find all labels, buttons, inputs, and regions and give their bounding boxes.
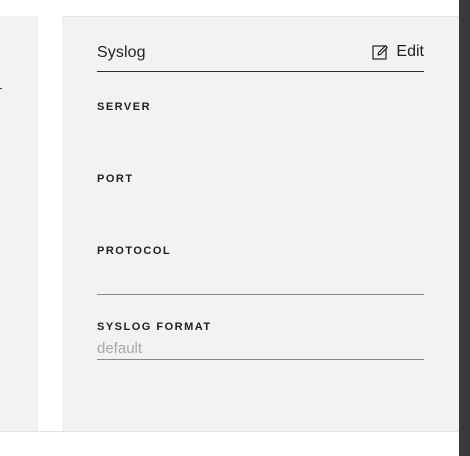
adjacent-panel: [0, 16, 38, 432]
syslog-format-field: SYSLOG FORMAT default: [97, 321, 424, 360]
scrollbar[interactable]: [459, 0, 470, 456]
field-value: [97, 120, 424, 138]
scrollbar-thumb[interactable]: [459, 0, 470, 456]
protocol-field: PROTOCOL: [97, 245, 424, 295]
field-value: [97, 192, 424, 210]
bottom-divider: [0, 431, 459, 432]
port-field: PORT: [97, 173, 424, 210]
edit-label: Edit: [396, 43, 424, 60]
panel-header: Syslog Edit: [97, 41, 424, 72]
field-label: PORT: [97, 173, 134, 185]
syslog-panel: Syslog Edit SERVER PORT PROTOCOL SYSLOG …: [62, 16, 459, 431]
panel-title: Syslog: [97, 44, 146, 61]
server-field: SERVER: [97, 101, 424, 138]
adjacent-panel-divider: [0, 70, 2, 89]
field-value: [97, 264, 424, 295]
edit-button[interactable]: Edit: [372, 43, 424, 61]
edit-icon: [372, 44, 389, 61]
field-label: SERVER: [97, 101, 152, 113]
field-value: default: [97, 340, 424, 360]
field-label: SYSLOG FORMAT: [97, 321, 212, 333]
field-label: PROTOCOL: [97, 245, 172, 257]
